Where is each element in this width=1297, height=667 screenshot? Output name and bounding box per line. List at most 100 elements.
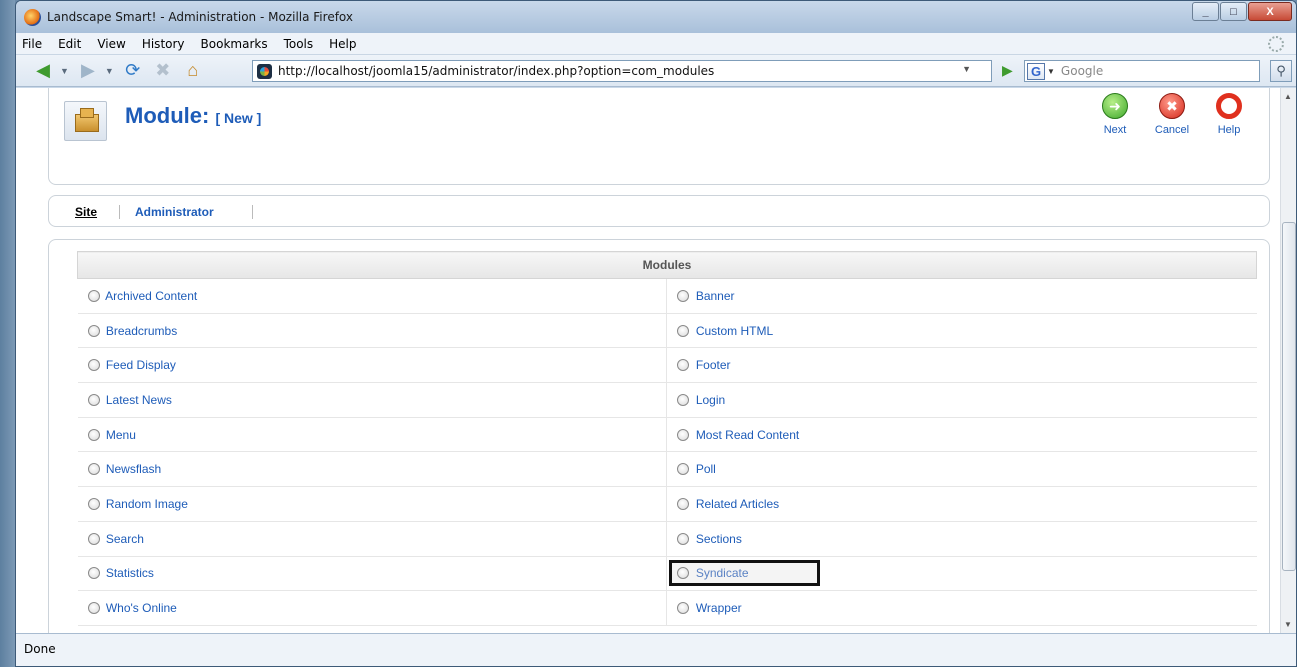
menu-view[interactable]: View: [97, 37, 125, 51]
next-button[interactable]: ➜ Next: [1090, 93, 1140, 136]
menu-history[interactable]: History: [142, 37, 185, 51]
radio-icon[interactable]: [677, 532, 690, 545]
module-option[interactable]: Most Read Content: [666, 417, 1257, 453]
tab-site[interactable]: Site: [75, 205, 97, 219]
minimize-button[interactable]: _: [1192, 2, 1219, 21]
radio-icon[interactable]: [87, 393, 100, 406]
forward-history-dropdown-icon[interactable]: ▼: [105, 66, 114, 76]
next-arrow-icon: ➜: [1102, 93, 1128, 119]
tab-administrator[interactable]: Administrator: [135, 205, 214, 219]
search-input[interactable]: Google: [1061, 64, 1103, 78]
module-option[interactable]: Latest News: [77, 382, 668, 418]
close-button[interactable]: X: [1248, 2, 1292, 21]
module-option[interactable]: Who's Online: [77, 590, 668, 626]
radio-icon[interactable]: [87, 497, 100, 510]
maximize-button[interactable]: □: [1220, 2, 1247, 21]
radio-icon[interactable]: [677, 567, 690, 580]
menu-help[interactable]: Help: [329, 37, 356, 51]
menu-edit[interactable]: Edit: [58, 37, 81, 51]
help-button[interactable]: Help: [1204, 93, 1254, 136]
search-icon[interactable]: ⚲: [1270, 60, 1292, 82]
module-label[interactable]: Breadcrumbs: [106, 324, 177, 338]
go-icon[interactable]: ▶: [1002, 62, 1013, 79]
menu-bookmarks[interactable]: Bookmarks: [201, 37, 268, 51]
radio-icon[interactable]: [677, 463, 690, 476]
radio-icon[interactable]: [677, 289, 690, 302]
search-box[interactable]: G ▼ Google: [1024, 60, 1260, 82]
radio-icon[interactable]: [677, 428, 690, 441]
table-row: Statistics Syndicate: [77, 556, 1257, 592]
module-option[interactable]: Newsflash: [77, 451, 668, 488]
menu-tools[interactable]: Tools: [284, 37, 314, 51]
module-label[interactable]: Related Articles: [696, 497, 779, 511]
module-label[interactable]: Login: [696, 393, 725, 407]
module-option[interactable]: Archived Content: [77, 278, 668, 314]
radio-icon[interactable]: [677, 324, 690, 337]
radio-icon[interactable]: [87, 602, 100, 615]
module-label[interactable]: Search: [106, 532, 144, 546]
back-history-dropdown-icon[interactable]: ▼: [60, 66, 69, 76]
module-option[interactable]: Login: [666, 382, 1257, 418]
menu-file[interactable]: File: [22, 37, 42, 51]
module-option[interactable]: Wrapper: [666, 590, 1257, 626]
module-label[interactable]: Wrapper: [696, 601, 742, 615]
cancel-button[interactable]: ✖ Cancel: [1147, 93, 1197, 136]
module-label[interactable]: Most Read Content: [696, 428, 799, 442]
module-option[interactable]: Menu: [77, 417, 668, 453]
radio-icon[interactable]: [87, 289, 100, 302]
module-label[interactable]: Random Image: [106, 497, 188, 511]
stop-icon[interactable]: ✖: [150, 60, 176, 82]
google-engine-icon[interactable]: G: [1027, 62, 1045, 80]
module-label[interactable]: Who's Online: [106, 601, 177, 615]
reload-icon[interactable]: ⟳: [120, 60, 146, 82]
module-label[interactable]: Newsflash: [106, 462, 161, 476]
module-label[interactable]: Menu: [106, 428, 136, 442]
module-label[interactable]: Feed Display: [106, 358, 176, 372]
page-title-text: Module:: [125, 103, 210, 128]
url-dropdown-icon[interactable]: ▼: [962, 64, 971, 74]
module-option[interactable]: Sections: [666, 521, 1257, 557]
radio-icon[interactable]: [677, 602, 690, 615]
scroll-down-icon[interactable]: ▼: [1284, 620, 1292, 629]
module-label[interactable]: Poll: [696, 462, 716, 476]
radio-icon[interactable]: [87, 532, 100, 545]
url-text[interactable]: http://localhost/joomla15/administrator/…: [278, 64, 714, 78]
forward-icon[interactable]: ▶: [75, 60, 101, 82]
module-option[interactable]: Related Articles: [666, 486, 1257, 522]
module-option[interactable]: Random Image: [77, 486, 668, 522]
url-bar[interactable]: http://localhost/joomla15/administrator/…: [252, 60, 992, 82]
radio-icon[interactable]: [87, 359, 100, 372]
module-option[interactable]: Custom HTML: [666, 313, 1257, 349]
module-label[interactable]: Footer: [696, 358, 731, 372]
radio-icon[interactable]: [677, 359, 690, 372]
radio-icon[interactable]: [677, 497, 690, 510]
module-option-highlighted[interactable]: Syndicate: [666, 556, 1257, 592]
module-option[interactable]: Statistics: [77, 556, 668, 592]
module-label[interactable]: Custom HTML: [696, 324, 773, 338]
vertical-scrollbar[interactable]: ▲ ▼: [1280, 88, 1296, 633]
module-option[interactable]: Poll: [666, 451, 1257, 488]
engine-dropdown-icon[interactable]: ▼: [1047, 67, 1055, 76]
scroll-up-icon[interactable]: ▲: [1284, 92, 1292, 101]
home-icon[interactable]: ⌂: [180, 60, 206, 82]
module-option[interactable]: Footer: [666, 347, 1257, 384]
module-option[interactable]: Breadcrumbs: [77, 313, 668, 349]
module-label[interactable]: Latest News: [106, 393, 172, 407]
scroll-thumb[interactable]: [1282, 222, 1296, 571]
module-label[interactable]: Banner: [696, 289, 735, 303]
back-icon[interactable]: ◀: [30, 60, 56, 82]
radio-icon[interactable]: [87, 324, 100, 337]
module-label[interactable]: Sections: [696, 532, 742, 546]
module-option[interactable]: Banner: [666, 278, 1257, 314]
module-label[interactable]: Statistics: [106, 566, 154, 580]
radio-icon[interactable]: [677, 393, 690, 406]
syndicate-highlight[interactable]: Syndicate: [669, 560, 820, 587]
module-label[interactable]: Archived Content: [105, 289, 197, 303]
module-option[interactable]: Search: [77, 521, 668, 557]
module-label[interactable]: Syndicate: [696, 566, 749, 580]
radio-icon[interactable]: [87, 567, 100, 580]
radio-icon[interactable]: [87, 428, 100, 441]
module-option[interactable]: Feed Display: [77, 347, 668, 384]
radio-icon[interactable]: [87, 463, 100, 476]
firefox-icon: [24, 8, 41, 26]
